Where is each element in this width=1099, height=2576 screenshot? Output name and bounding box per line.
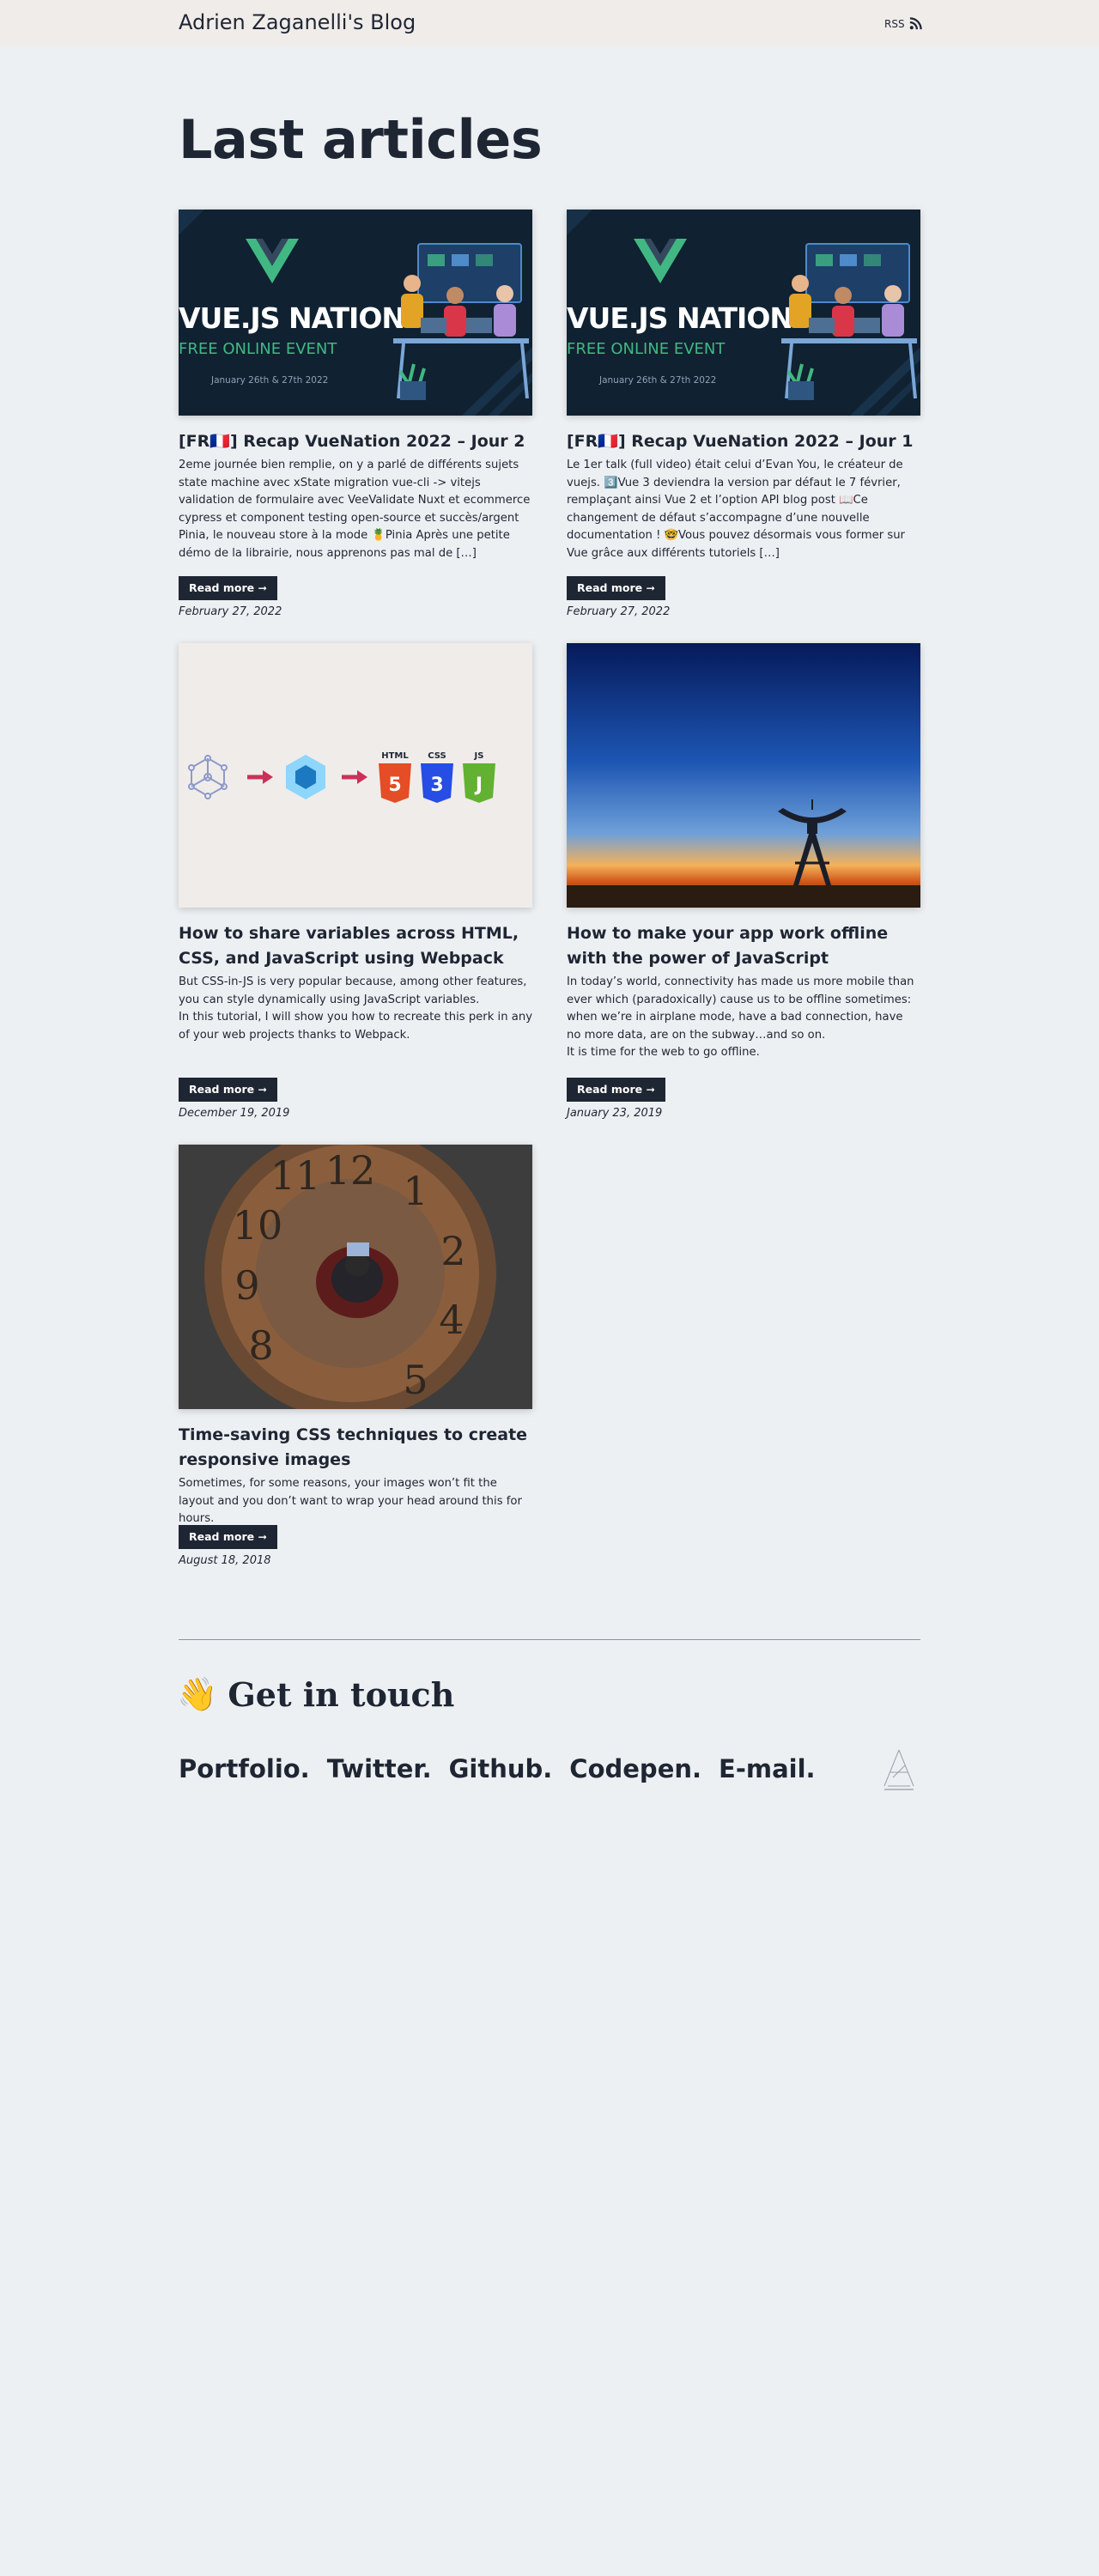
portfolio-link[interactable]: Portfolio.: [179, 1754, 310, 1783]
article-date: February 27, 2022: [179, 605, 282, 618]
vuejs-nation-banner: VUE.JS NATION FREE ONLINE EVENT January …: [179, 210, 532, 416]
svg-text:3: 3: [430, 775, 443, 796]
svg-text:9: 9: [234, 1262, 259, 1309]
article-thumbnail[interactable]: HTML 5 CSS 3 JS J: [179, 643, 532, 908]
article-title[interactable]: How to share variables across HTML, CSS,…: [179, 921, 532, 971]
svg-text:1: 1: [403, 1168, 428, 1214]
svg-text:CSS: CSS: [428, 751, 446, 761]
svg-text:10: 10: [233, 1202, 283, 1249]
article-date: December 19, 2019: [179, 1107, 290, 1120]
article-title[interactable]: [FR🇫🇷] Recap VueNation 2022 – Jour 1: [567, 429, 920, 454]
twitter-link[interactable]: Twitter.: [327, 1754, 432, 1783]
site-title-link[interactable]: Adrien Zaganelli's Blog: [179, 10, 416, 34]
article-excerpt: 2eme journée bien remplie, on y a parlé …: [179, 459, 531, 560]
read-more-button[interactable]: Read more ➞: [567, 576, 665, 600]
article-date: January 23, 2019: [567, 1107, 663, 1120]
svg-text:8: 8: [248, 1322, 273, 1369]
svg-text:11: 11: [270, 1152, 321, 1199]
article-thumbnail[interactable]: VUE.JS NATION FREE ONLINE EVENT January …: [179, 210, 532, 416]
article-thumbnail[interactable]: [567, 643, 920, 908]
article-title[interactable]: [FR🇫🇷] Recap VueNation 2022 – Jour 2: [179, 429, 532, 454]
site-header: Adrien Zaganelli's Blog RSS: [0, 0, 1099, 46]
article-thumbnail[interactable]: VUE.JS NATION FREE ONLINE EVENT January …: [567, 210, 920, 416]
article-date: August 18, 2018: [179, 1554, 271, 1567]
rss-label: RSS: [884, 17, 905, 30]
svg-text:2: 2: [440, 1228, 465, 1274]
get-in-touch-label: Get in touch: [228, 1674, 455, 1714]
svg-text:January 26th & 27th 2022: January 26th & 27th 2022: [598, 375, 716, 386]
svg-text:5: 5: [388, 775, 401, 796]
rss-link[interactable]: RSS: [884, 17, 922, 30]
article-excerpt: Sometimes, for some reasons, your images…: [179, 1477, 522, 1526]
contact-links: Portfolio. Twitter. Github. Codepen. E-m…: [179, 1754, 816, 1783]
radio-telescope-photo: [567, 643, 920, 908]
vuejs-nation-banner: VUE.JS NATION FREE ONLINE EVENT January …: [567, 210, 920, 416]
read-more-button[interactable]: Read more ➞: [179, 576, 277, 600]
article-excerpt: In today’s world, connectivity has made …: [567, 975, 914, 1060]
github-link[interactable]: Github.: [449, 1754, 553, 1783]
article-card: 12 1 2 4 5 10 9 8 11 Time-saving CSS tec…: [179, 1145, 532, 1567]
svg-text:12: 12: [325, 1147, 376, 1194]
clock-armchair-photo: 12 1 2 4 5 10 9 8 11: [179, 1145, 532, 1409]
read-more-button[interactable]: Read more ➞: [179, 1525, 277, 1549]
get-in-touch-heading: 👋 Get in touch: [177, 1674, 454, 1714]
svg-text:FREE ONLINE EVENT: FREE ONLINE EVENT: [567, 340, 726, 358]
svg-text:FREE ONLINE EVENT: FREE ONLINE EVENT: [179, 340, 337, 358]
article-title[interactable]: Time-saving CSS techniques to create res…: [179, 1423, 532, 1473]
svg-text:VUE.JS NATION: VUE.JS NATION: [179, 301, 404, 335]
svg-text:JS: JS: [474, 751, 484, 761]
page-title: Last articles: [179, 108, 543, 171]
article-thumbnail[interactable]: 12 1 2 4 5 10 9 8 11: [179, 1145, 532, 1409]
article-card: HTML 5 CSS 3 JS J How to share variables…: [179, 643, 533, 1120]
article-excerpt: But CSS-in-JS is very popular because, a…: [179, 975, 533, 1042]
svg-text:J: J: [474, 775, 483, 796]
read-more-button[interactable]: Read more ➞: [179, 1078, 277, 1102]
svg-text:4: 4: [439, 1297, 464, 1343]
footer-divider: [179, 1639, 920, 1640]
az-logo-icon: [883, 1749, 914, 1790]
article-card: How to make your app work offline with t…: [567, 643, 920, 1120]
article-card: VUE.JS NATION FREE ONLINE EVENT January …: [567, 210, 920, 618]
article-date: February 27, 2022: [567, 605, 671, 618]
waving-hand-icon: 👋: [177, 1674, 218, 1713]
rss-icon: [909, 17, 922, 30]
svg-text:5: 5: [403, 1357, 428, 1403]
webpack-flow-illustration: HTML 5 CSS 3 JS J: [179, 643, 532, 908]
codepen-link[interactable]: Codepen.: [569, 1754, 701, 1783]
svg-text:VUE.JS NATION: VUE.JS NATION: [567, 301, 792, 335]
email-link[interactable]: E-mail.: [719, 1754, 816, 1783]
svg-text:HTML: HTML: [381, 751, 409, 761]
svg-text:January 26th & 27th 2022: January 26th & 27th 2022: [210, 375, 328, 386]
read-more-button[interactable]: Read more ➞: [567, 1078, 665, 1102]
article-title[interactable]: How to make your app work offline with t…: [567, 921, 920, 971]
article-card: VUE.JS NATION FREE ONLINE EVENT January …: [179, 210, 532, 618]
article-excerpt: Le 1er talk (full video) était celui d’E…: [567, 459, 905, 560]
